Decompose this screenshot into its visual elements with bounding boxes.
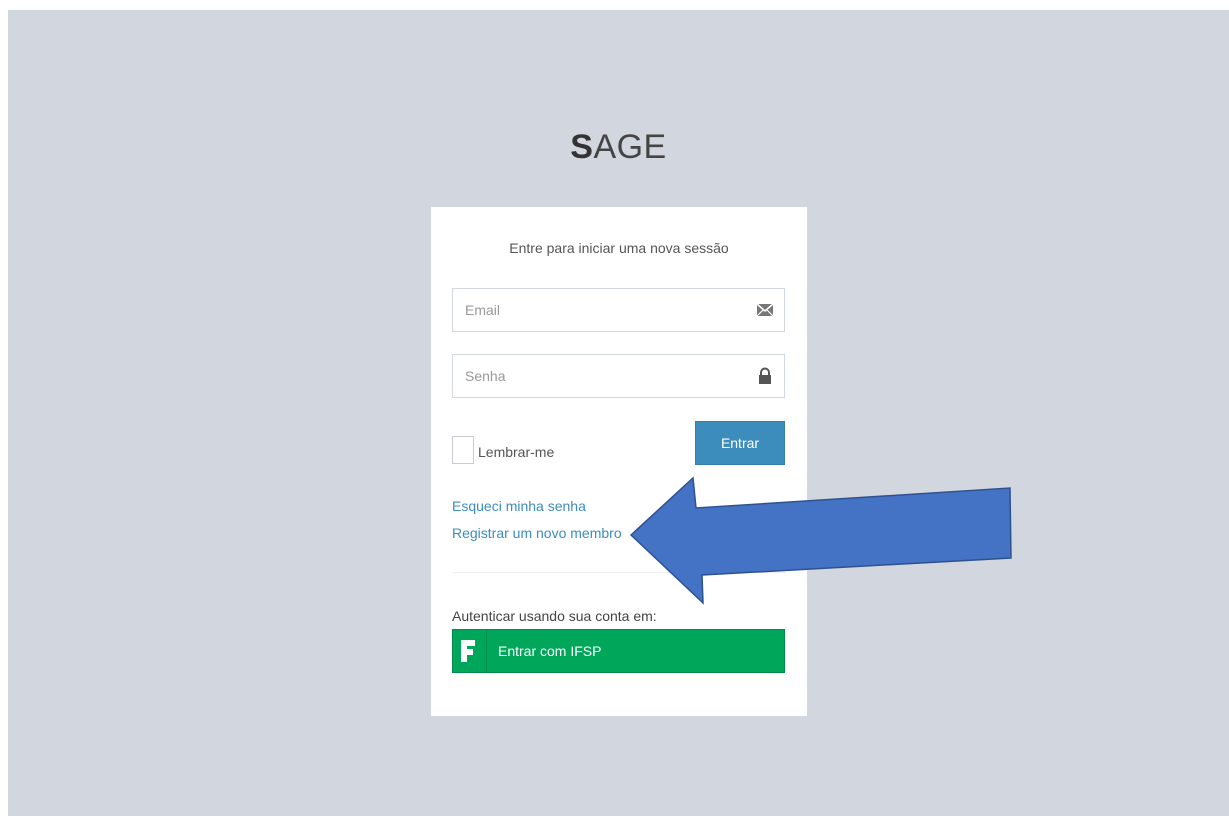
lock-icon: [759, 367, 771, 384]
logo-rest-text: AGE: [593, 128, 667, 166]
register-link[interactable]: Registrar um novo membro: [452, 525, 622, 541]
remember-checkbox[interactable]: [452, 436, 474, 464]
remember-label: Lembrar-me: [478, 444, 555, 460]
envelope-icon: [756, 303, 774, 317]
login-box: Entre para iniciar uma nova sessão Lembr…: [431, 207, 807, 716]
password-field[interactable]: [452, 354, 785, 398]
forgot-password-link[interactable]: Esqueci minha senha: [452, 498, 586, 514]
email-input[interactable]: [453, 289, 743, 331]
ifsp-logo-icon: [461, 640, 475, 662]
ifsp-login-button[interactable]: Entrar com IFSP: [452, 629, 785, 673]
app-logo: SAGE: [8, 128, 1229, 167]
logo-bold-letter: S: [570, 128, 594, 166]
sign-in-button[interactable]: Entrar: [695, 421, 785, 465]
password-input[interactable]: [453, 355, 743, 397]
email-field[interactable]: [452, 288, 785, 332]
ifsp-login-label: Entrar com IFSP: [498, 643, 602, 659]
login-box-message: Entre para iniciar uma nova sessão: [509, 240, 729, 256]
remember-me[interactable]: Lembrar-me: [452, 434, 554, 466]
ifsp-icon-container: [453, 630, 487, 672]
divider: [452, 572, 785, 573]
login-page: SAGE Entre para iniciar uma nova sessão …: [8, 10, 1229, 816]
auth-provider-label: Autenticar usando sua conta em:: [452, 608, 657, 624]
